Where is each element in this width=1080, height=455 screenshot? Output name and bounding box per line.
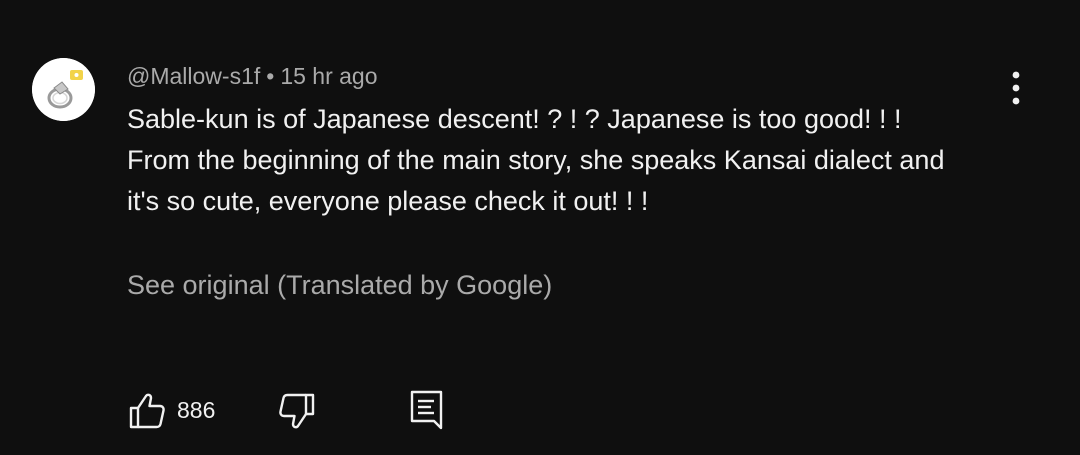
thumbs-up-icon bbox=[129, 393, 165, 429]
see-original-link[interactable]: See original (Translated by Google) bbox=[127, 266, 552, 304]
avatar[interactable] bbox=[32, 58, 95, 121]
comment-text-line: Sable-kun is of Japanese descent! ? ! ? … bbox=[127, 104, 902, 134]
reply-button[interactable] bbox=[405, 388, 449, 432]
dislike-button[interactable] bbox=[273, 388, 317, 432]
avatar-image bbox=[32, 58, 95, 121]
like-count: 886 bbox=[177, 396, 216, 423]
like-button[interactable]: 886 bbox=[127, 388, 215, 432]
comment-header: @Mallow-s1f • 15 hr ago bbox=[127, 60, 378, 92]
comment-thread-item: @Mallow-s1f • 15 hr ago Sable-kun is of Ja… bbox=[0, 0, 1080, 455]
comment-text-line: From the beginning of the main story, sh… bbox=[127, 145, 945, 175]
comment-text-line: it's so cute, everyone please check it o… bbox=[127, 186, 649, 216]
thumbs-down-icon bbox=[279, 393, 315, 429]
author-name[interactable]: @Mallow-s1f bbox=[127, 63, 260, 89]
separator-dot: • bbox=[266, 63, 275, 89]
comment-reply-icon bbox=[410, 390, 443, 430]
comment-timestamp[interactable]: 15 hr ago bbox=[280, 63, 377, 89]
comment-text: Sable-kun is of Japanese descent! ? ! ? … bbox=[127, 99, 1027, 222]
